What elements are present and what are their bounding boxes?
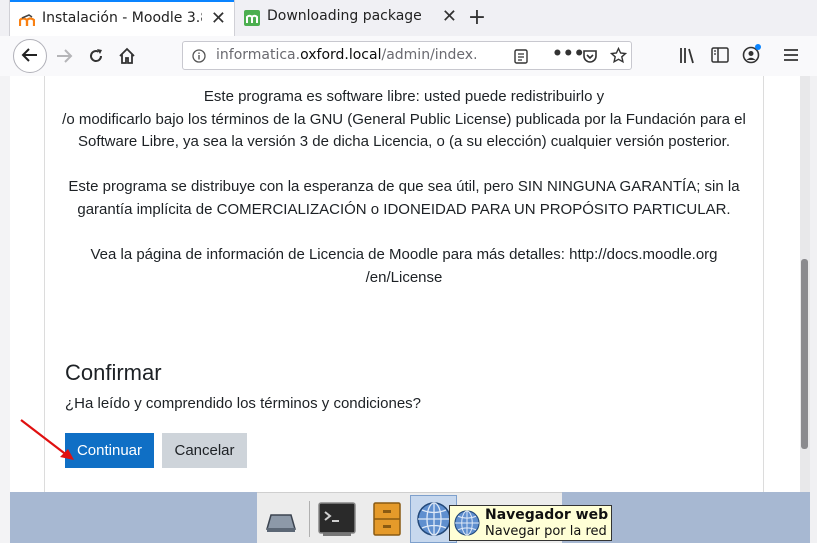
scrollbar-thumb[interactable] — [801, 259, 808, 449]
tab-downloading[interactable]: Downloading package ✕ — [235, 0, 465, 36]
window-left-edge — [0, 76, 10, 543]
home-icon — [119, 47, 135, 64]
tab-strip: Instalación - Moodle 3.8.1 ✕ Downloading… — [0, 0, 817, 36]
forward-button[interactable] — [48, 40, 80, 72]
license-line: garantía implícita de COMERCIALIZACIÓN o… — [77, 200, 731, 218]
page-actions-icon[interactable]: ••• — [552, 44, 585, 64]
pocket-icon[interactable] — [582, 48, 598, 64]
confirm-heading: Confirmar — [65, 360, 162, 385]
reload-button[interactable] — [80, 40, 112, 72]
drive-icon[interactable] — [261, 499, 301, 539]
cancel-button[interactable]: Cancelar — [162, 433, 247, 468]
tab-label: Downloading package — [267, 8, 422, 24]
url-path: /admin/index.ph — [381, 47, 476, 63]
home-button[interactable] — [111, 40, 143, 72]
close-tab-icon[interactable]: ✕ — [442, 7, 457, 27]
hamburger-menu-icon[interactable] — [783, 48, 799, 62]
license-line: Este programa se distribuye con la esper… — [68, 178, 740, 195]
license-line: Vea la página de información de Licencia… — [90, 246, 718, 263]
sidebar-icon[interactable] — [711, 47, 729, 63]
reload-icon — [90, 49, 103, 62]
window-right-edge — [810, 76, 817, 543]
red-arrow-annotation-icon — [20, 419, 74, 460]
arrow-right-icon — [57, 49, 73, 63]
url-text[interactable]: informatica.oxford.local/admin/index.ph — [216, 47, 476, 63]
nav-toolbar: informatica.oxford.local/admin/index.ph … — [0, 36, 817, 77]
account-button[interactable] — [742, 44, 762, 66]
license-line: Este programa es software libre: usted p… — [203, 88, 605, 105]
library-icon[interactable] — [679, 47, 697, 64]
globe-icon[interactable] — [414, 499, 454, 539]
notification-dot — [755, 44, 761, 50]
license-line: /en/License — [365, 268, 443, 286]
tooltip-subtitle: Navegar por la red — [485, 524, 607, 539]
tab-label: Instalación - Moodle 3.8.1 — [42, 10, 202, 26]
confirm-question: ¿Ha leído y comprendido los términos y c… — [65, 395, 422, 412]
tab-moodle-install[interactable]: Instalación - Moodle 3.8.1 ✕ — [10, 0, 234, 36]
tooltip-title: Navegador web — [485, 507, 609, 523]
close-tab-icon[interactable]: ✕ — [211, 9, 226, 29]
license-line: Software Libre, ya sea la versión 3 de d… — [77, 133, 731, 150]
new-tab-button[interactable]: + — [465, 6, 489, 30]
dock-separator — [309, 501, 310, 537]
back-button[interactable] — [13, 39, 47, 73]
url-bar[interactable]: informatica.oxford.local/admin/index.ph … — [182, 41, 632, 70]
file-cabinet-icon[interactable] — [367, 499, 407, 539]
license-paragraph: Vea la página de información de Licencia… — [44, 244, 764, 289]
license-paragraph: Este programa es software libre: usted p… — [44, 86, 764, 154]
globe-icon — [454, 510, 480, 536]
url-host: oxford.local — [300, 47, 382, 63]
url-prefix: informatica. — [216, 47, 301, 63]
arrow-left-icon — [21, 48, 37, 62]
launcher-tooltip: Navegador web Navegar por la red — [449, 505, 612, 541]
license-line: /o modificarlo bajo los términos de la G… — [62, 110, 746, 128]
terminal-icon[interactable] — [317, 499, 357, 539]
moodle-icon — [19, 14, 35, 26]
license-paragraph: Este programa se distribuye con la esper… — [44, 176, 764, 221]
page-viewport: Este programa es software libre: usted p… — [10, 76, 800, 492]
bookmark-star-icon[interactable] — [610, 47, 627, 64]
reader-view-icon[interactable] — [514, 49, 528, 64]
continue-button[interactable]: Continuar — [65, 433, 154, 468]
info-icon[interactable] — [192, 49, 206, 63]
moodle-m-icon — [244, 10, 260, 26]
